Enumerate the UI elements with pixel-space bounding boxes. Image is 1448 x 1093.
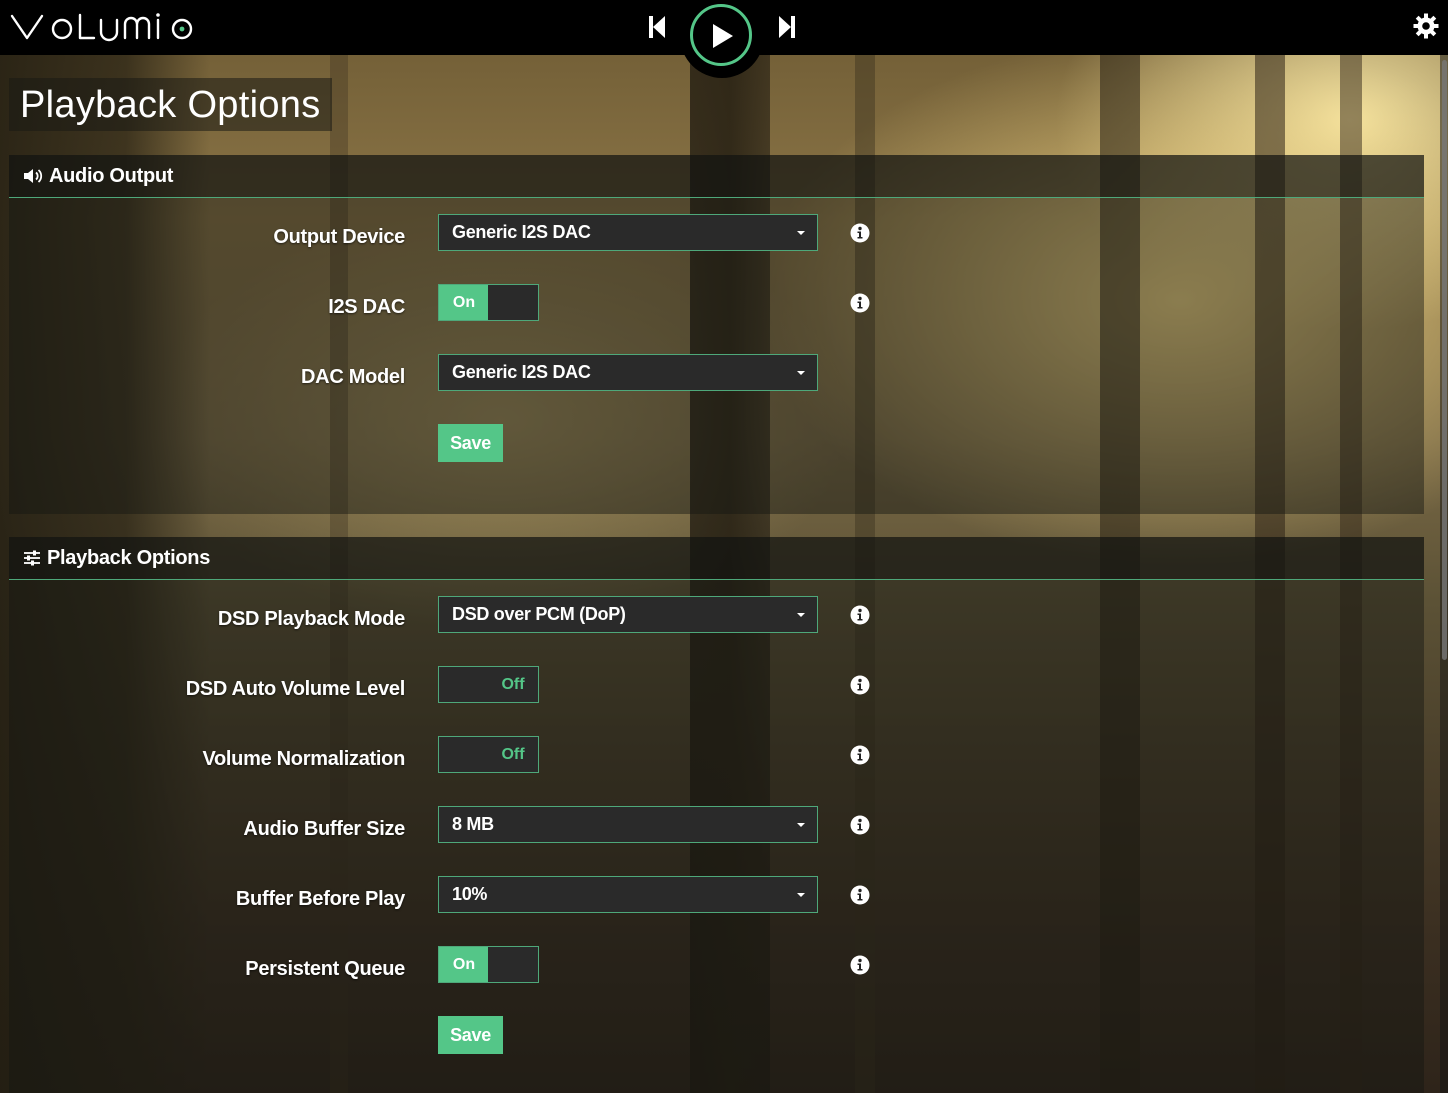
toggle-blank-half xyxy=(488,947,538,982)
play-icon xyxy=(713,24,733,48)
section-title: Audio Output xyxy=(49,164,174,187)
skip-previous-icon xyxy=(649,16,665,38)
info-icon[interactable] xyxy=(850,675,870,695)
output-device-label: Output Device xyxy=(273,226,405,248)
i2s-dac-toggle[interactable]: On xyxy=(438,284,539,321)
toggle-blank-half xyxy=(488,285,538,320)
toggle-off-label: Off xyxy=(501,745,525,763)
dsd-auto-volume-toggle[interactable]: Off xyxy=(438,666,539,703)
transport-controls xyxy=(0,0,1448,78)
play-button[interactable] xyxy=(690,4,752,66)
buffer-before-play-select[interactable]: 10% xyxy=(438,876,818,913)
dsd-playback-mode-value: DSD over PCM (DoP) xyxy=(452,604,626,624)
playback-options-body: DSD Playback Mode DSD over PCM (DoP) DSD… xyxy=(9,580,1424,1093)
dac-model-value: Generic I2S DAC xyxy=(452,362,591,382)
output-device-value: Generic I2S DAC xyxy=(452,222,591,242)
gear-icon xyxy=(1413,13,1439,39)
audio-buffer-size-select[interactable]: 8 MB xyxy=(438,806,818,843)
audio-output-section: Audio Output Output Device Generic I2S D… xyxy=(9,155,1424,514)
dsd-playback-mode-label: DSD Playback Mode xyxy=(217,608,405,630)
info-icon[interactable] xyxy=(850,223,870,243)
section-header-audio-output: Audio Output xyxy=(9,155,1424,198)
chevron-down-icon xyxy=(797,613,805,617)
audio-buffer-size-label: Audio Buffer Size xyxy=(243,818,405,840)
persistent-queue-label: Persistent Queue xyxy=(245,958,405,980)
audio-buffer-size-value: 8 MB xyxy=(452,814,494,834)
chevron-down-icon xyxy=(797,371,805,375)
info-icon[interactable] xyxy=(850,955,870,975)
audio-output-save-button[interactable]: Save xyxy=(438,424,503,462)
sliders-icon xyxy=(23,550,41,566)
dac-model-label: DAC Model xyxy=(301,366,405,388)
buffer-before-play-label: Buffer Before Play xyxy=(235,888,405,910)
toggle-on-label: On xyxy=(439,285,489,320)
volume-normalization-label: Volume Normalization xyxy=(202,748,405,770)
page-title: Playback Options xyxy=(9,78,332,131)
next-track-button[interactable] xyxy=(774,12,800,42)
toggle-blank-half xyxy=(439,667,489,702)
buffer-before-play-value: 10% xyxy=(452,884,488,904)
dsd-playback-mode-select[interactable]: DSD over PCM (DoP) xyxy=(438,596,818,633)
volume-normalization-toggle[interactable]: Off xyxy=(438,736,539,773)
speaker-icon xyxy=(23,167,43,185)
chevron-down-icon xyxy=(797,231,805,235)
previous-track-button[interactable] xyxy=(644,12,670,42)
settings-button[interactable] xyxy=(1412,12,1440,40)
chevron-down-icon xyxy=(797,823,805,827)
section-title: Playback Options xyxy=(47,546,211,569)
info-icon[interactable] xyxy=(850,885,870,905)
info-icon[interactable] xyxy=(850,293,870,313)
info-icon[interactable] xyxy=(850,745,870,765)
section-header-playback-options: Playback Options xyxy=(9,537,1424,580)
info-icon[interactable] xyxy=(850,605,870,625)
audio-output-body: Output Device Generic I2S DAC I2S DAC On… xyxy=(9,198,1424,514)
toggle-off-label: Off xyxy=(501,675,525,693)
chevron-down-icon xyxy=(797,893,805,897)
dsd-auto-volume-label: DSD Auto Volume Level xyxy=(185,678,406,700)
dac-model-select[interactable]: Generic I2S DAC xyxy=(438,354,818,391)
i2s-dac-label: I2S DAC xyxy=(328,296,405,318)
persistent-queue-toggle[interactable]: On xyxy=(438,946,539,983)
info-icon[interactable] xyxy=(850,815,870,835)
playback-options-save-button[interactable]: Save xyxy=(438,1016,503,1054)
toggle-blank-half xyxy=(439,737,489,772)
scrollbar-thumb[interactable] xyxy=(1442,60,1447,660)
output-device-select[interactable]: Generic I2S DAC xyxy=(438,214,818,251)
toggle-on-label: On xyxy=(439,947,489,982)
playback-options-section: Playback Options DSD Playback Mode DSD o… xyxy=(9,537,1424,1093)
skip-next-icon xyxy=(779,16,795,38)
top-bar xyxy=(0,0,1448,78)
